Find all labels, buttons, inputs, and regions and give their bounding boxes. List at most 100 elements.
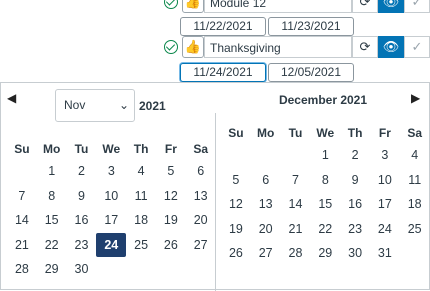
week-row: 123456 (7, 159, 216, 184)
week-row: 7 8 9 10 11 12 13 (7, 184, 216, 209)
checkmark-icon[interactable]: ✓ (404, 36, 430, 58)
calendar-day[interactable]: 16 (67, 208, 97, 233)
calendar-day[interactable]: 24 (370, 217, 400, 242)
calendar-day[interactable]: 27 (251, 241, 281, 266)
week-row: 5 6 7 8 9 10 11 (221, 168, 430, 193)
calendar-day-empty (7, 159, 37, 184)
calendar-day[interactable]: 22 (310, 217, 340, 242)
calendar-day[interactable]: 20 (251, 217, 281, 242)
calendar-day-empty (126, 257, 156, 282)
calendar-day[interactable]: 15 (37, 208, 67, 233)
weekday-label: Tu (288, 126, 303, 140)
checkmark-icon[interactable]: ✓ (404, 0, 430, 13)
calendar-day[interactable]: 7 (281, 168, 311, 193)
module-name-field[interactable]: Module 12 (204, 0, 352, 13)
calendar-grid-right: Su Mo Tu We Th Fr Sa 1 2 3 4 5 6 7 8 9 10 11 12 13 14 15 16 17 1… (221, 123, 430, 266)
eye-icon[interactable]: 👁 (378, 0, 404, 13)
calendar-day-empty (400, 241, 430, 266)
calendar-day[interactable]: 1 (310, 143, 340, 168)
calendar-day[interactable]: 17 (370, 192, 400, 217)
calendar-day[interactable]: 3 (370, 143, 400, 168)
calendar-day[interactable]: 26 (221, 241, 251, 266)
calendar-day[interactable]: 19 (156, 208, 186, 233)
calendar-day[interactable]: 25 (400, 217, 430, 242)
calendar-day[interactable]: 13 (251, 192, 281, 217)
calendar-day-empty (156, 257, 186, 282)
thumbs-up-icon[interactable]: 👍 (182, 0, 204, 13)
end-date-field[interactable]: 12/05/2021 (268, 63, 354, 82)
calendar-day[interactable]: 26 (156, 233, 186, 258)
refresh-icon[interactable]: ⟳ (352, 0, 378, 13)
calendar-day[interactable]: 30 (340, 241, 370, 266)
refresh-icon[interactable]: ⟳ (352, 36, 378, 58)
calendar-day[interactable]: 2 (67, 159, 97, 184)
calendar-day[interactable]: 25 (126, 233, 156, 258)
calendar-day[interactable]: 2 (340, 143, 370, 168)
year-label: 2021 (139, 99, 166, 113)
calendar-day[interactable]: 11 (126, 184, 156, 209)
calendar-day[interactable]: 30 (67, 257, 97, 282)
eye-icon[interactable]: 👁 (378, 36, 404, 58)
calendar-day[interactable]: 23 (67, 233, 97, 258)
calendar-day[interactable]: 1 (37, 159, 67, 184)
calendar-day[interactable]: 29 (310, 241, 340, 266)
check-circle-icon (164, 0, 178, 9)
month-title: December 2021 (278, 93, 368, 107)
calendar-day[interactable]: 5 (221, 168, 251, 193)
calendar-day[interactable]: 10 (96, 184, 126, 209)
calendar-day[interactable]: 20 (186, 208, 216, 233)
calendar-day[interactable]: 12 (156, 184, 186, 209)
calendar-day[interactable]: 28 (7, 257, 37, 282)
calendar-day[interactable]: 27 (186, 233, 216, 258)
calendar-day[interactable]: 4 (126, 159, 156, 184)
calendar-day[interactable]: 31 (370, 241, 400, 266)
module-name-field[interactable]: Thanksgiving (204, 36, 352, 58)
calendar-day[interactable]: 13 (186, 184, 216, 209)
end-date-field[interactable]: 11/23/2021 (268, 17, 354, 36)
calendar-day[interactable]: 8 (310, 168, 340, 193)
calendar-day[interactable]: 17 (96, 208, 126, 233)
calendar-day[interactable]: 14 (7, 208, 37, 233)
prev-month-icon[interactable]: ◀ (7, 92, 19, 104)
calendar-day[interactable]: 3 (96, 159, 126, 184)
calendar-day[interactable]: 8 (37, 184, 67, 209)
calendar-day[interactable]: 21 (7, 233, 37, 258)
weekday-label: Su (228, 126, 244, 140)
calendar-day[interactable]: 22 (37, 233, 67, 258)
calendar-day[interactable]: 7 (7, 184, 37, 209)
month-select-value: Nov (64, 98, 86, 112)
calendar-day[interactable]: 29 (37, 257, 67, 282)
thumbs-up-icon[interactable]: 👍 (182, 36, 204, 58)
calendar-day[interactable]: 12 (221, 192, 251, 217)
calendar-day[interactable]: 18 (400, 192, 430, 217)
month-select[interactable]: Nov ⌄ (55, 89, 135, 122)
calendar-day[interactable]: 10 (370, 168, 400, 193)
calendar-day[interactable]: 21 (281, 217, 311, 242)
module-row: 👍 Module 12 ⟳ 👁 ✓ (160, 0, 430, 16)
start-date-field[interactable]: 11/24/2021 (180, 63, 266, 82)
calendar-day[interactable]: 9 (67, 184, 97, 209)
calendar-day[interactable]: 19 (221, 217, 251, 242)
calendar-day-selected[interactable]: 24 (96, 232, 127, 257)
calendar-day[interactable]: 28 (281, 241, 311, 266)
calendar-day[interactable]: 4 (400, 143, 430, 168)
calendar-day[interactable]: 14 (281, 192, 311, 217)
calendar-day-empty (221, 143, 251, 168)
week-row: 12 13 14 15 16 17 18 (221, 192, 430, 217)
calendar-day[interactable]: 15 (310, 192, 340, 217)
calendar-grid-left: Su Mo Tu We Th Fr Sa 1 2 3 4 5 6 7 8 9 10 11 12 13 14 15 16 17 1… (7, 139, 216, 282)
start-date-field[interactable]: 11/22/2021 (180, 17, 266, 36)
calendar-day[interactable]: 11 (400, 168, 430, 193)
weekday-label: Fr (164, 142, 177, 156)
calendar-day[interactable]: 5 (156, 159, 186, 184)
check-circle-icon (164, 40, 178, 54)
calendar-day[interactable]: 18 (126, 208, 156, 233)
calendar-day[interactable]: 9 (340, 168, 370, 193)
week-row: 1234 (221, 143, 430, 168)
weekday-label: Th (347, 126, 363, 140)
calendar-day-empty (281, 143, 311, 168)
calendar-day[interactable]: 6 (251, 168, 281, 193)
calendar-day[interactable]: 23 (340, 217, 370, 242)
calendar-day[interactable]: 16 (340, 192, 370, 217)
calendar-day[interactable]: 6 (186, 159, 216, 184)
